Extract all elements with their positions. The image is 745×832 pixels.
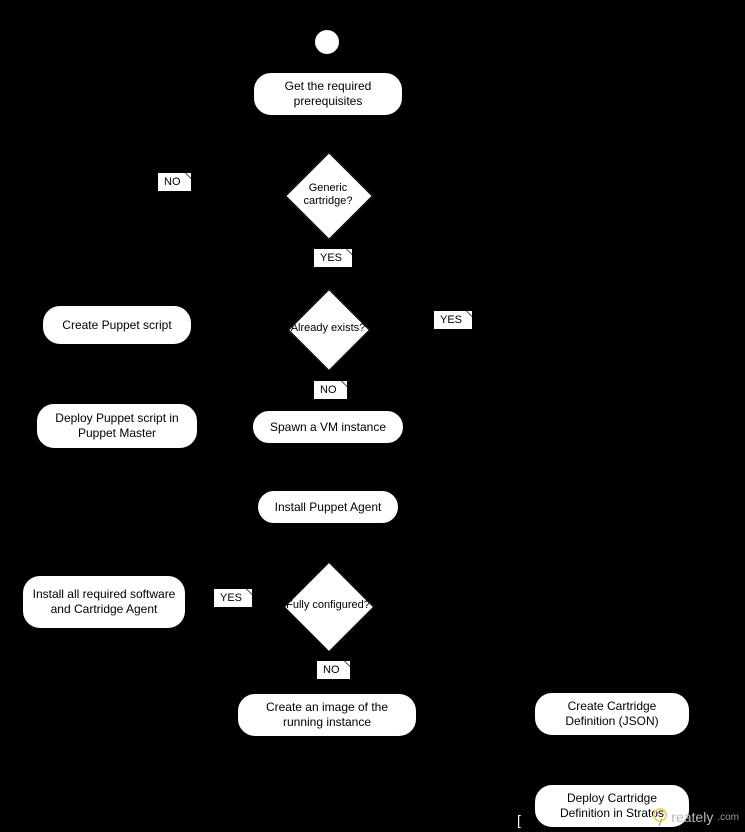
label-no-generic: NO (157, 172, 192, 192)
decision-label: Fully configured? (286, 599, 370, 612)
process-install-all-software: Install all required software and Cartri… (22, 575, 186, 629)
label-yes-generic: YES (313, 248, 353, 268)
bracket-glyph: [ (517, 812, 521, 828)
decision-fully-configured: Fully configured? (282, 560, 374, 652)
watermark-text: reately (671, 809, 713, 825)
process-create-image: Create an image of the running instance (237, 693, 417, 737)
process-spawn-vm: Spawn a VM instance (252, 410, 404, 444)
process-create-puppet-script: Create Puppet script (42, 305, 192, 345)
label-yes-exists: YES (433, 310, 473, 330)
process-create-cartridge-definition: Create Cartridge Definition (JSON) (534, 692, 690, 736)
process-install-puppet-agent: Install Puppet Agent (257, 490, 399, 524)
process-label: Install all required software and Cartri… (31, 587, 177, 617)
process-label: Create Puppet script (62, 318, 171, 333)
label-no-configured: NO (316, 660, 351, 680)
decision-label: Already exists? (291, 322, 366, 335)
process-label: Deploy Puppet script in Puppet Master (45, 411, 189, 441)
decision-label: Generic cartridge? (283, 182, 373, 208)
creately-watermark: reately .com (649, 808, 739, 826)
process-label: Spawn a VM instance (270, 420, 386, 435)
label-no-exists: NO (313, 380, 348, 400)
start-node (315, 30, 339, 54)
creately-logo-icon (649, 808, 667, 826)
label-yes-configured: YES (213, 588, 253, 608)
process-label: Create an image of the running instance (246, 700, 408, 730)
process-label: Install Puppet Agent (275, 500, 382, 515)
process-deploy-puppet-master: Deploy Puppet script in Puppet Master (36, 403, 198, 449)
process-get-prerequisites: Get the required prerequisites (253, 72, 403, 116)
process-label: Create Cartridge Definition (JSON) (543, 699, 681, 729)
watermark-suffix: .com (717, 812, 739, 823)
decision-already-exists: Already exists? (287, 288, 369, 370)
decision-generic-cartridge: Generic cartridge? (283, 150, 373, 240)
process-label: Get the required prerequisites (262, 79, 394, 109)
flowchart-canvas: Get the required prerequisites Generic c… (0, 0, 745, 832)
